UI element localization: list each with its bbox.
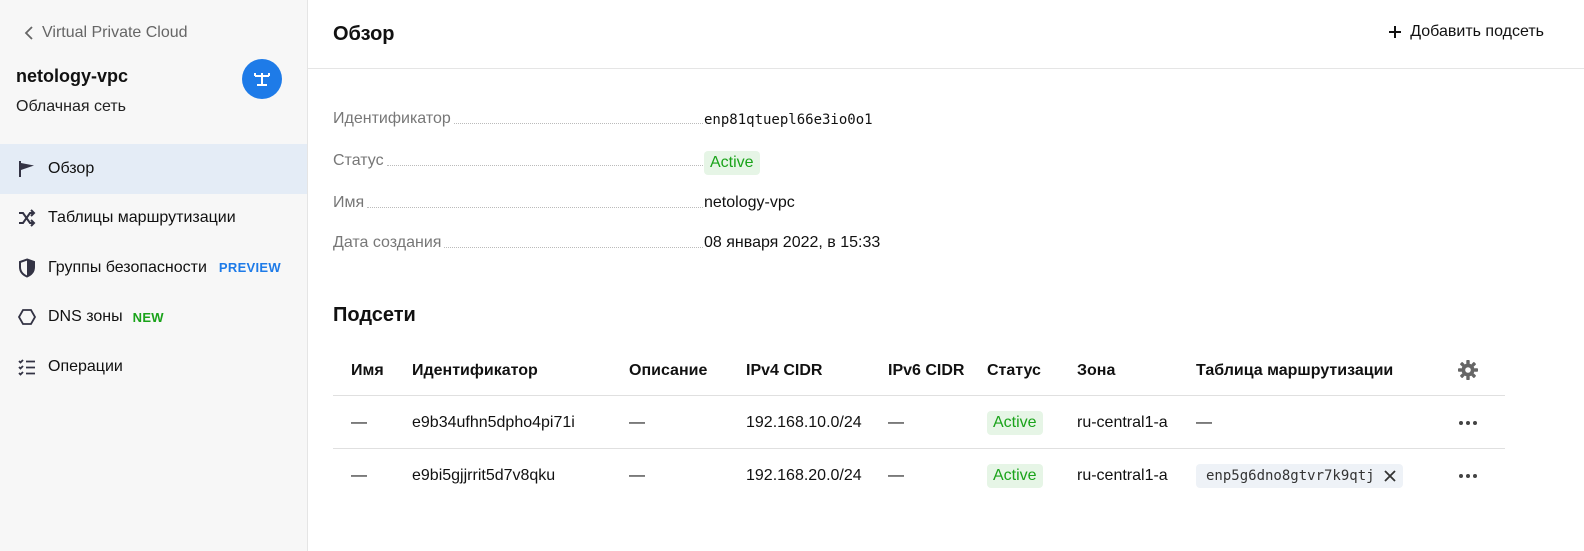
property-label: Имя [333, 194, 365, 211]
cell-description: — [629, 466, 645, 484]
preview-badge: PREVIEW [218, 260, 281, 276]
sidebar-item-label: DNS зоны [48, 308, 123, 326]
cell-id[interactable]: e9b34ufhn5dpho4pi71i [412, 396, 575, 449]
sidebar-item-dns-zones[interactable]: DNS зоны NEW [0, 293, 307, 343]
shield-icon [16, 257, 38, 279]
hexagon-icon [16, 306, 38, 328]
sidebar-item-route-tables[interactable]: Таблицы маршрутизации [0, 194, 307, 244]
route-table-chip[interactable]: enp5g6dno8gtvr7k9qtj [1196, 463, 1403, 488]
back-link[interactable]: Virtual Private Cloud [18, 22, 188, 44]
sidebar-nav: Обзор Таблицы маршрутизации Группы безоп… [0, 144, 307, 392]
chevron-left-icon [18, 22, 40, 44]
property-label: Дата создания [333, 234, 442, 251]
table-header: Имя Идентификатор Описание IPv4 CIDR IPv… [333, 346, 1505, 396]
more-actions-icon[interactable] [1459, 473, 1477, 478]
cell-description: — [629, 413, 645, 431]
back-link-label: Virtual Private Cloud [42, 24, 188, 41]
property-id: Идентификатор enp81qtuepl66e3io0o1 [333, 104, 893, 134]
column-header[interactable]: Таблица маршрутизации [1196, 362, 1393, 380]
cell-ipv4: 192.168.20.0/24 [746, 466, 862, 484]
add-subnet-button[interactable]: Добавить подсеть [1388, 22, 1544, 42]
cell-zone: ru-central1-a [1077, 413, 1168, 431]
cell-route-table: — [1196, 413, 1212, 431]
sidebar-item-label: Обзор [48, 159, 95, 177]
status-badge: Active [987, 463, 1043, 488]
cell-ipv6: — [888, 466, 904, 484]
property-value: netology-vpc [704, 194, 795, 211]
close-icon[interactable] [1381, 467, 1399, 485]
sidebar-item-operations[interactable]: Операции [0, 342, 307, 392]
sidebar-item-label: Таблицы маршрутизации [48, 209, 236, 227]
cell-name: — [351, 413, 367, 431]
column-header[interactable]: Идентификатор [412, 362, 538, 380]
sidebar: Virtual Private Cloud netology-vpc Облач… [0, 0, 308, 551]
property-value: 08 января 2022, в 15:33 [704, 234, 881, 251]
property-label: Идентификатор [333, 110, 451, 127]
cell-id[interactable]: e9bi5gjjrrit5d7v8qku [412, 449, 555, 502]
status-badge: Active [987, 410, 1043, 435]
subnets-table: Имя Идентификатор Описание IPv4 CIDR IPv… [333, 346, 1505, 502]
page-header: Обзор Добавить подсеть [308, 0, 1584, 69]
subnets-title: Подсети [333, 304, 416, 326]
cell-ipv6: — [888, 413, 904, 431]
shuffle-icon [16, 207, 38, 229]
column-header[interactable]: Зона [1077, 362, 1115, 380]
column-header[interactable]: IPv6 CIDR [888, 362, 964, 380]
sidebar-item-security-groups[interactable]: Группы безопасности PREVIEW [0, 243, 307, 293]
cell-name: — [351, 466, 367, 484]
network-icon [242, 59, 282, 99]
new-badge: NEW [132, 309, 164, 325]
table-row[interactable]: — e9b34ufhn5dpho4pi71i — 192.168.10.0/24… [333, 396, 1505, 449]
cell-zone: ru-central1-a [1077, 466, 1168, 484]
more-actions-icon[interactable] [1459, 420, 1477, 425]
table-row[interactable]: — e9bi5gjjrrit5d7v8qku — 192.168.20.0/24… [333, 449, 1505, 502]
project-title: netology-vpc [16, 66, 129, 86]
column-header[interactable]: IPv4 CIDR [746, 362, 822, 380]
status-badge: Active [704, 151, 760, 175]
property-status: Статус Active [333, 146, 893, 176]
property-label: Статус [333, 152, 384, 169]
route-table-id: enp5g6dno8gtvr7k9qtj [1206, 467, 1375, 484]
page-title: Обзор [333, 23, 395, 45]
add-subnet-label: Добавить подсеть [1410, 23, 1544, 40]
flag-icon [16, 158, 38, 180]
plus-icon [1388, 22, 1402, 42]
property-value: enp81qtuepl66e3io0o1 [704, 112, 873, 128]
cell-ipv4: 192.168.10.0/24 [746, 413, 862, 431]
property-name: Имя netology-vpc [333, 188, 893, 218]
column-header[interactable]: Описание [629, 362, 707, 380]
sidebar-item-overview[interactable]: Обзор [0, 144, 307, 194]
checklist-icon [16, 356, 38, 378]
project-subtitle: Облачная сеть [16, 98, 126, 115]
property-created: Дата создания 08 января 2022, в 15:33 [333, 228, 893, 258]
column-header[interactable]: Статус [987, 362, 1041, 380]
sidebar-item-label: Группы безопасности [48, 258, 207, 276]
column-header[interactable]: Имя [351, 362, 384, 380]
sidebar-item-label: Операции [48, 357, 123, 375]
gear-icon[interactable] [1457, 359, 1479, 386]
